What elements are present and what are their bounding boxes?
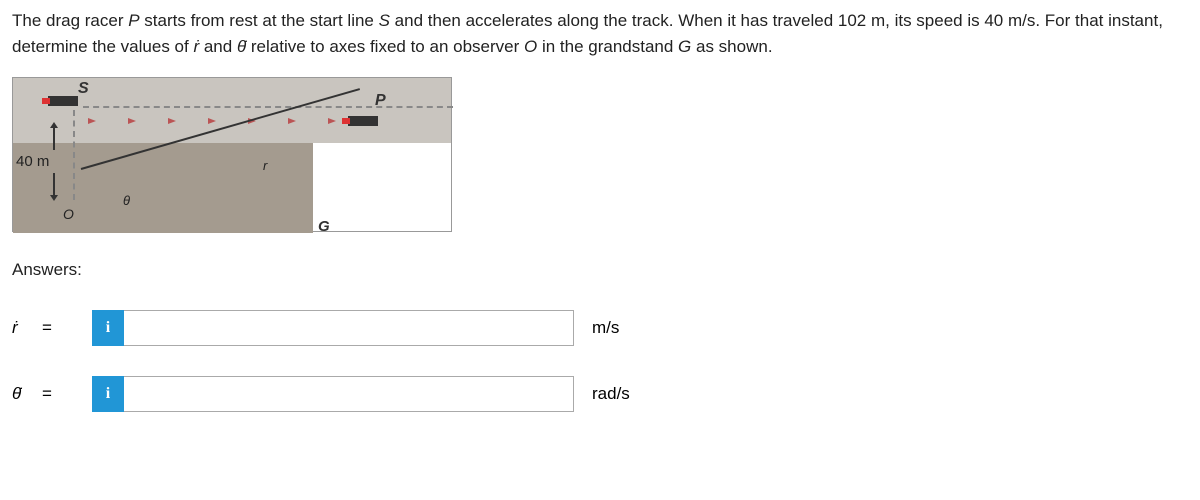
thetadot-unit: rad/s: [592, 384, 630, 404]
problem-text-4: and: [199, 37, 237, 56]
var-g: G: [678, 37, 691, 56]
var-o: O: [524, 37, 537, 56]
problem-text-1: The drag racer: [12, 11, 128, 30]
start-label: S: [78, 80, 89, 98]
equals-sign: =: [42, 318, 92, 338]
dimension-arrow-up-icon: [53, 126, 55, 150]
arrow-icon: [128, 118, 136, 124]
direction-arrows: [88, 120, 338, 122]
var-thetadot: θ̇: [237, 37, 246, 56]
distance-label: 40 m: [16, 153, 49, 170]
car-at-p-icon: [348, 116, 378, 126]
thetadot-input[interactable]: [124, 376, 574, 412]
arrow-icon: [168, 118, 176, 124]
track-centerline: [83, 106, 453, 108]
answers-heading: Answers:: [12, 260, 1188, 280]
theta-label: θ: [123, 193, 130, 208]
vertical-dashed: [73, 110, 75, 200]
answer-row-thetadot: θ̇ = i rad/s: [12, 376, 1188, 412]
var-p: P: [128, 11, 139, 30]
problem-text-7: as shown.: [691, 37, 772, 56]
answer-row-rdot: ṙ = i m/s: [12, 310, 1188, 346]
arrow-icon: [208, 118, 216, 124]
car-at-start-icon: [48, 96, 78, 106]
origin-label: O: [63, 206, 74, 222]
problem-text-5: relative to axes fixed to an observer: [246, 37, 524, 56]
arrow-icon: [328, 118, 336, 124]
rdot-variable: ṙ: [12, 318, 42, 338]
problem-statement: The drag racer P starts from rest at the…: [12, 8, 1188, 59]
thetadot-variable: θ̇: [12, 384, 42, 404]
r-label: r: [263, 158, 267, 173]
dimension-arrow-down-icon: [53, 173, 55, 197]
problem-text-2: starts from rest at the start line: [140, 11, 379, 30]
rdot-input[interactable]: [124, 310, 574, 346]
info-icon[interactable]: i: [92, 376, 124, 412]
problem-text-6: in the grandstand: [537, 37, 678, 56]
grandstand-area: [13, 143, 313, 233]
diagram: S P 40 m O θ r G: [12, 77, 452, 232]
info-icon[interactable]: i: [92, 310, 124, 346]
equals-sign: =: [42, 384, 92, 404]
p-label: P: [375, 92, 386, 110]
g-label: G: [318, 218, 330, 235]
rdot-unit: m/s: [592, 318, 619, 338]
var-s: S: [379, 11, 390, 30]
arrow-icon: [288, 118, 296, 124]
arrow-icon: [88, 118, 96, 124]
